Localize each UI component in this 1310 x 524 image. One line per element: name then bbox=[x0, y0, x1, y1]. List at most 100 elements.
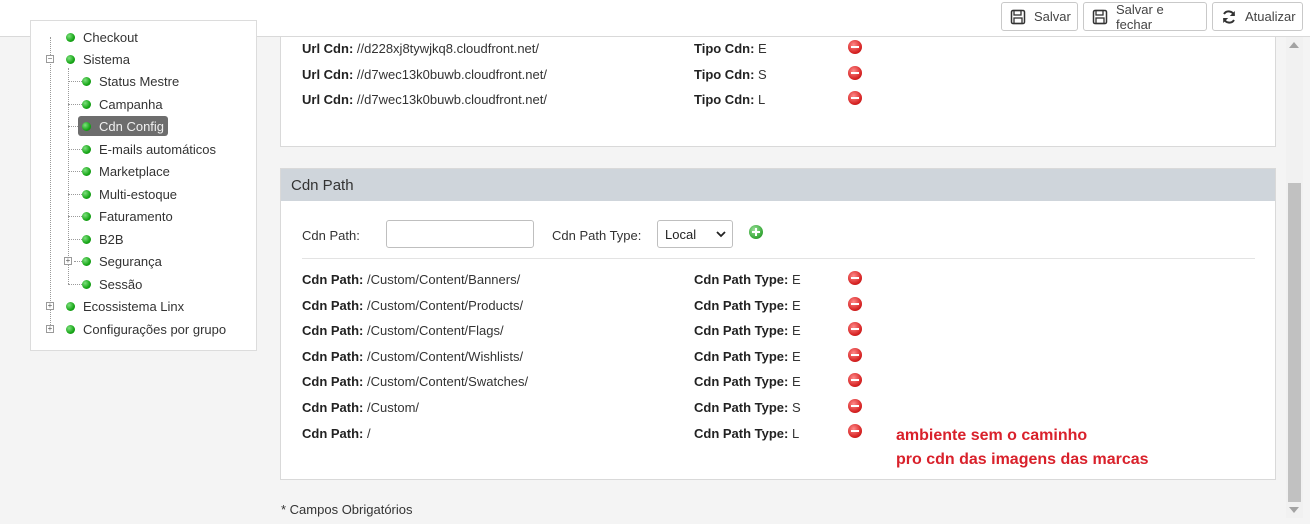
status-dot-icon bbox=[82, 279, 91, 289]
tree-connector bbox=[68, 104, 82, 105]
tree-node-sistema[interactable]: Sistema bbox=[66, 49, 130, 69]
cdn-path-type-label: Cdn Path Type: bbox=[694, 374, 789, 389]
cdn-path-row: Cdn Path: /Custom/Content/Products/ bbox=[302, 298, 523, 313]
tree-connector bbox=[74, 261, 82, 262]
cdn-url-row: Url Cdn: //d7wec13k0buwb.cloudfront.net/ bbox=[302, 67, 547, 82]
tree-node-label: E-mails automáticos bbox=[99, 141, 217, 157]
delete-icon[interactable] bbox=[848, 399, 862, 413]
cdn-path-type-label: Cdn Path Type: bbox=[694, 400, 789, 415]
tree-node-label: B2B bbox=[99, 231, 124, 247]
tree-node-seguranca[interactable]: Segurança bbox=[82, 251, 162, 271]
tree-node-marketplace[interactable]: Marketplace bbox=[82, 161, 170, 181]
status-dot-icon bbox=[82, 121, 91, 131]
cdn-type-label: Tipo Cdn: bbox=[694, 41, 755, 56]
expand-toggle-icon[interactable]: + bbox=[64, 257, 72, 265]
refresh-button[interactable]: Atualizar bbox=[1212, 2, 1303, 31]
delete-icon[interactable] bbox=[848, 40, 862, 54]
tree-node-label: Status Mestre bbox=[99, 73, 180, 89]
cdn-path-label: Cdn Path: bbox=[302, 374, 364, 389]
cdn-type-label: Tipo Cdn: bbox=[694, 92, 755, 107]
tree-connector bbox=[68, 216, 82, 217]
cdn-path-value: /Custom/Content/Flags/ bbox=[367, 323, 504, 338]
status-dot-icon bbox=[82, 211, 91, 221]
tree-node-checkout[interactable]: Checkout bbox=[66, 27, 138, 47]
cdn-type-value: L bbox=[758, 92, 766, 107]
tree-node-campanha[interactable]: Campanha bbox=[82, 94, 163, 114]
cdn-path-row: Cdn Path: /Custom/Content/Wishlists/ bbox=[302, 349, 523, 364]
delete-icon[interactable] bbox=[848, 91, 862, 105]
add-icon[interactable] bbox=[749, 225, 763, 239]
cdn-url-label: Url Cdn: bbox=[302, 92, 354, 107]
refresh-button-label: Atualizar bbox=[1245, 9, 1296, 24]
cdn-path-label: Cdn Path: bbox=[302, 323, 364, 338]
status-dot-icon bbox=[82, 144, 91, 154]
status-dot-icon bbox=[66, 54, 75, 64]
delete-icon[interactable] bbox=[848, 424, 862, 438]
cdn-type-cell: Tipo Cdn: E bbox=[694, 41, 767, 56]
cdn-path-row: Cdn Path: /Custom/ bbox=[302, 400, 419, 415]
cdn-url-value: //d228xj8tywjkq8.cloudfront.net/ bbox=[356, 41, 540, 56]
annotation-line-2: pro cdn das imagens das marcas bbox=[896, 451, 1149, 468]
tree-node-label: Segurança bbox=[99, 253, 162, 269]
cdn-type-cell: Tipo Cdn: S bbox=[694, 67, 767, 82]
cdn-path-input[interactable] bbox=[386, 220, 534, 248]
delete-icon[interactable] bbox=[848, 297, 862, 311]
cdn-path-value: /Custom/Content/Wishlists/ bbox=[367, 349, 524, 364]
tree-node-ecossistema-linx[interactable]: Ecossistema Linx bbox=[66, 296, 184, 316]
cdn-path-row: Cdn Path: /Custom/Content/Banners/ bbox=[302, 272, 520, 287]
delete-icon[interactable] bbox=[848, 348, 862, 362]
tree-node-label: Sistema bbox=[83, 51, 130, 67]
delete-icon[interactable] bbox=[848, 66, 862, 80]
expand-toggle-icon[interactable]: + bbox=[46, 302, 54, 310]
scroll-down-arrow-icon[interactable] bbox=[1289, 507, 1299, 513]
expand-toggle-icon[interactable]: + bbox=[46, 325, 54, 333]
tree-connector bbox=[68, 284, 82, 285]
cdn-path-type-value: L bbox=[792, 426, 800, 441]
tree-node-cdn-config[interactable]: Cdn Config bbox=[78, 116, 169, 136]
delete-icon[interactable] bbox=[848, 271, 862, 285]
tree-node-label: Configurações por grupo bbox=[83, 321, 227, 337]
tree-node-label: Marketplace bbox=[99, 163, 170, 179]
cdn-path-row: Cdn Path: /Custom/Content/Flags/ bbox=[302, 323, 504, 338]
cdn-path-type-cell: Cdn Path Type: S bbox=[694, 400, 801, 415]
tree-node-configuracoes-por-grupo[interactable]: Configurações por grupo bbox=[66, 319, 226, 339]
cdn-url-label: Url Cdn: bbox=[302, 41, 354, 56]
delete-icon[interactable] bbox=[848, 373, 862, 387]
cdn-path-value: /Custom/Content/Products/ bbox=[367, 298, 524, 313]
chevron-down-icon bbox=[716, 230, 726, 237]
tree-node-emails-automaticos[interactable]: E-mails automáticos bbox=[82, 139, 216, 159]
cdn-path-type-label: Cdn Path Type: bbox=[694, 323, 789, 338]
save-and-close-button[interactable]: Salvar e fechar bbox=[1083, 1, 1207, 32]
scrollbar-thumb[interactable] bbox=[1288, 183, 1301, 502]
cdn-path-type-label: Cdn Path Type: bbox=[694, 426, 789, 441]
required-fields-note: * Campos Obrigatórios bbox=[281, 502, 413, 517]
cdn-path-value: /Custom/Content/Banners/ bbox=[367, 272, 521, 287]
tree-connector bbox=[68, 149, 82, 150]
cdn-path-type-cell: Cdn Path Type: E bbox=[694, 323, 801, 338]
scroll-up-arrow-icon[interactable] bbox=[1289, 42, 1299, 48]
collapse-toggle-icon[interactable]: − bbox=[46, 55, 54, 63]
cdn-path-value: /Custom/ bbox=[367, 400, 420, 415]
cdn-path-type-cell: Cdn Path Type: E bbox=[694, 349, 801, 364]
save-button[interactable]: Salvar bbox=[1001, 2, 1078, 31]
tree-connector bbox=[68, 171, 82, 172]
tree-node-status-mestre[interactable]: Status Mestre bbox=[82, 71, 179, 91]
cdn-url-value: //d7wec13k0buwb.cloudfront.net/ bbox=[356, 67, 547, 82]
cdn-path-label: Cdn Path: bbox=[302, 298, 364, 313]
annotation-line-1: ambiente sem o caminho bbox=[896, 427, 1088, 444]
cdn-path-type-value: S bbox=[792, 400, 801, 415]
tree-node-label: Multi-estoque bbox=[99, 186, 178, 202]
tree-connector bbox=[68, 126, 78, 127]
tree-node-b2b[interactable]: B2B bbox=[82, 229, 124, 249]
tree-node-sessao[interactable]: Sessão bbox=[82, 274, 142, 294]
tree-connector bbox=[68, 68, 69, 284]
tree-connector bbox=[68, 239, 82, 240]
tree-node-multi-estoque[interactable]: Multi-estoque bbox=[82, 184, 177, 204]
cdn-path-field-label: Cdn Path: bbox=[302, 228, 360, 243]
cdn-url-row: Url Cdn: //d7wec13k0buwb.cloudfront.net/ bbox=[302, 92, 547, 107]
cdn-path-type-select[interactable]: Local bbox=[657, 220, 733, 248]
cdn-path-type-label: Cdn Path Type: bbox=[694, 349, 789, 364]
delete-icon[interactable] bbox=[848, 322, 862, 336]
tree-node-faturamento[interactable]: Faturamento bbox=[82, 206, 173, 226]
save-and-close-button-label: Salvar e fechar bbox=[1116, 1, 1164, 32]
